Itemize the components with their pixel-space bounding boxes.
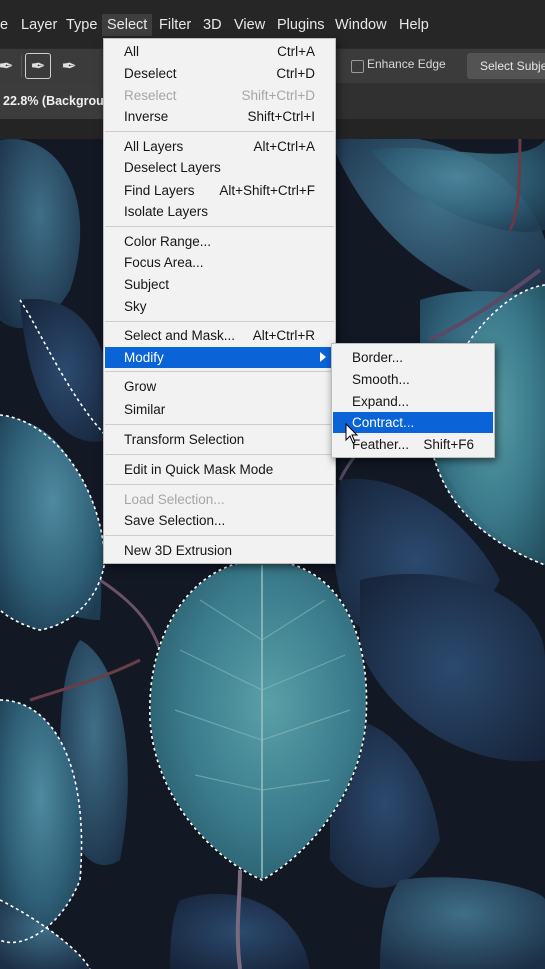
menu-help[interactable]: Help: [394, 14, 434, 36]
submenu-item-expand[interactable]: Expand...: [332, 391, 494, 412]
menu-view[interactable]: View: [229, 14, 270, 36]
menu-item-deselect-layers[interactable]: Deselect Layers: [104, 157, 335, 178]
menu-item-select-and-mask[interactable]: Select and Mask... Alt+Ctrl+R: [104, 325, 335, 346]
menu-item-sky[interactable]: Sky: [104, 296, 335, 317]
menu-image[interactable]: e: [0, 14, 13, 36]
menu-separator: [105, 131, 334, 132]
divider: [21, 55, 22, 77]
menu-item-all-layers[interactable]: All Layers Alt+Ctrl+A: [104, 136, 335, 157]
menu-item-subject[interactable]: Subject: [104, 274, 335, 295]
menu-item-find-layers[interactable]: Find Layers Alt+Shift+Ctrl+F: [104, 180, 335, 201]
menu-separator: [105, 371, 334, 372]
menu-item-reselect: Reselect Shift+Ctrl+D: [124, 88, 315, 103]
menu-separator: [105, 535, 334, 536]
subtract-from-selection-brush-icon[interactable]: ✒: [57, 54, 81, 78]
menu-item-isolate-layers[interactable]: Isolate Layers: [104, 201, 335, 222]
select-menu: All Ctrl+A Deselect Ctrl+D Reselect Shift+C…: [103, 38, 336, 564]
menu-item-transform-selection[interactable]: Transform Selection: [104, 429, 335, 450]
menu-item-modify[interactable]: Modify: [105, 347, 334, 368]
menu-separator: [105, 424, 334, 425]
menu-separator: [105, 454, 334, 455]
menu-item-grow[interactable]: Grow: [104, 376, 335, 397]
menu-item-all[interactable]: All Ctrl+A: [104, 41, 335, 62]
submenu-item-border[interactable]: Border...: [332, 347, 494, 368]
menu-separator: [105, 484, 334, 485]
leaf-shape: [380, 877, 545, 969]
add-to-selection-brush-icon[interactable]: ✒: [25, 53, 51, 79]
menu-separator: [105, 226, 334, 227]
document-tab[interactable]: 22.8% (Background: [0, 83, 107, 119]
enhance-edge-checkbox[interactable]: [351, 60, 364, 73]
menu-3d[interactable]: 3D: [198, 14, 227, 36]
menu-item-load-selection: Load Selection...: [124, 492, 225, 507]
menu-select[interactable]: Select: [102, 14, 153, 36]
select-subject-button[interactable]: Select Subject: [467, 53, 545, 79]
menu-item-deselect[interactable]: Deselect Ctrl+D: [104, 63, 335, 84]
menu-plugins[interactable]: Plugins: [272, 14, 330, 36]
menu-item-save-selection[interactable]: Save Selection...: [104, 510, 335, 531]
menu-item-new-3d-extrusion[interactable]: New 3D Extrusion: [104, 540, 335, 561]
submenu-item-smooth[interactable]: Smooth...: [332, 369, 494, 390]
menu-item-quick-mask[interactable]: Edit in Quick Mask Mode: [104, 459, 335, 480]
quick-selection-icon[interactable]: ✒: [0, 54, 18, 78]
menu-type[interactable]: Type: [61, 14, 102, 36]
menu-filter[interactable]: Filter: [154, 14, 196, 36]
submenu-arrow-icon: [320, 352, 326, 362]
menu-window[interactable]: Window: [330, 14, 392, 36]
menu-separator: [105, 321, 334, 322]
menu-item-focus-area[interactable]: Focus Area...: [104, 252, 335, 273]
menu-item-color-range[interactable]: Color Range...: [104, 231, 335, 252]
mouse-pointer-icon: [345, 423, 359, 444]
menu-item-inverse[interactable]: Inverse Shift+Ctrl+I: [104, 106, 335, 127]
menu-layer[interactable]: Layer: [16, 14, 62, 36]
enhance-edge-label: Enhance Edge: [367, 57, 446, 71]
menu-item-similar[interactable]: Similar: [104, 399, 335, 420]
